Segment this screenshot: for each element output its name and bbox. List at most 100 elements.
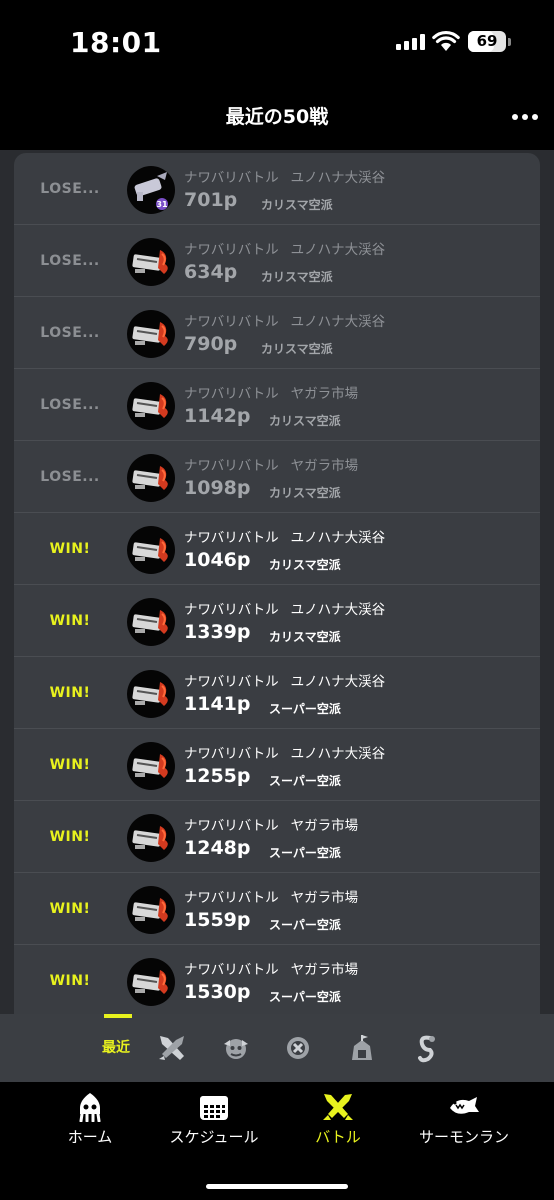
battle-rank: カリスマ空派 [261,270,333,284]
battle-stage: ユノハナ大渓谷 [290,170,386,186]
wifi-icon [432,30,460,52]
header-bar: 最近の50戦 [0,84,554,150]
battle-points: 701p [184,189,238,211]
battle-row[interactable]: WIN! ナワバリバトル ユノハナ大渓谷 1255p スーパー空派 [14,729,540,801]
battle-rank: スーパー空派 [269,702,341,716]
squid-icon [79,1093,101,1122]
battle-result: LOSE... [40,469,100,485]
battle-mode: ナワバリバトル [184,890,279,906]
battle-mode: ナワバリバトル [184,530,279,546]
page-title: 最近の50戦 [225,106,329,128]
battle-mode: ナワバリバトル [184,746,279,762]
battle-row[interactable]: LOSE... ナワバリバトル ヤガラ市場 1142p カリスマ空派 [14,369,540,441]
battle-row[interactable]: LOSE... 31 ナワバリバトル ユノハナ大渓谷 701p カリスマ空派 [14,153,540,225]
battle-points: 634p [184,261,238,283]
battery-percent: 69 [476,32,498,50]
battle-result: LOSE... [40,181,100,197]
battle-result: LOSE... [40,325,100,341]
battle-points: 1559p [184,909,251,931]
battle-stage: ユノハナ大渓谷 [290,746,386,762]
mode-stage-line: ナワバリバトル ユノハナ大渓谷 [184,310,385,330]
status-time: 18:01 [70,26,162,59]
battle-result: WIN! [49,973,91,989]
weapon-red-icon [127,670,175,718]
battle-row[interactable]: LOSE... ナワバリバトル ユノハナ大渓谷 634p カリスマ空派 [14,225,540,297]
battle-stage: ユノハナ大渓谷 [290,602,386,618]
battle-points: 1046p [184,549,251,571]
battle-row[interactable]: WIN! ナワバリバトル ヤガラ市場 1248p スーパー空派 [14,801,540,873]
tab-home[interactable]: ホーム [60,1092,120,1152]
battle-icon [323,1094,353,1120]
battle-points: 1339p [184,621,251,643]
weapon-badge: 31 [156,200,168,209]
mode-stage-line: ナワバリバトル ヤガラ市場 [184,454,358,474]
tab-home-label: ホーム [67,1128,113,1146]
mode-stage-line: ナワバリバトル ヤガラ市場 [184,886,358,906]
battle-rank: カリスマ空派 [269,486,341,500]
battle-stage: ヤガラ市場 [290,458,359,474]
mode-stage-line: ナワバリバトル ユノハナ大渓谷 [184,742,385,762]
more-horizontal-icon[interactable] [512,114,538,120]
battle-stage: ヤガラ市場 [290,818,359,834]
tab-schedule[interactable]: スケジュール [162,1092,266,1152]
weapon-red-icon [127,742,175,790]
tab-battle[interactable]: バトル [308,1092,368,1152]
battle-result: WIN! [49,901,91,917]
battle-result: WIN! [49,829,91,845]
battle-row[interactable]: WIN! ナワバリバトル ヤガラ市場 1559p スーパー空派 [14,873,540,945]
battle-row[interactable]: WIN! ナワバリバトル ヤガラ市場 1530p スーパー空派 [14,945,540,1014]
regular-battle-icon[interactable] [156,1032,188,1064]
mode-stage-line: ナワバリバトル ユノハナ大渓谷 [184,166,385,186]
weapon-red-icon [127,886,175,934]
mode-stage-line: ナワバリバトル ヤガラ市場 [184,382,358,402]
battle-result: LOSE... [40,253,100,269]
weapon-red-icon [127,238,175,286]
battle-stage: ユノハナ大渓谷 [290,530,386,546]
battle-mode: ナワバリバトル [184,386,279,402]
private-battle-icon[interactable] [410,1032,442,1064]
battle-row[interactable]: WIN! ナワバリバトル ユノハナ大渓谷 1339p カリスマ空派 [14,585,540,657]
battle-row[interactable]: WIN! ナワバリバトル ユノハナ大渓谷 1141p スーパー空派 [14,657,540,729]
league-battle-icon[interactable] [346,1032,378,1064]
battle-stage: ユノハナ大渓谷 [290,674,386,690]
cellular-signal-icon [396,34,426,50]
battle-mode: ナワバリバトル [184,602,279,618]
battle-mode: ナワバリバトル [184,242,279,258]
battle-points: 1530p [184,981,251,1003]
calendar-icon [200,1096,228,1120]
battle-rank: カリスマ空派 [269,414,341,428]
battle-history[interactable]: LOSE... 31 ナワバリバトル ユノハナ大渓谷 701p カリスマ空派 LO… [0,150,554,1014]
battle-row[interactable]: LOSE... ナワバリバトル ユノハナ大渓谷 790p カリスマ空派 [14,297,540,369]
battle-mode: ナワバリバトル [184,818,279,834]
battle-result: WIN! [49,613,91,629]
battle-row[interactable]: LOSE... ナワバリバトル ヤガラ市場 1098p カリスマ空派 [14,441,540,513]
mode-stage-line: ナワバリバトル ユノハナ大渓谷 [184,598,385,618]
weapon-red-icon [127,382,175,430]
weapon-red-icon [127,598,175,646]
battle-stage: ユノハナ大渓谷 [290,242,386,258]
battle-rank: カリスマ空派 [269,558,341,572]
weapon-red-icon [127,310,175,358]
battle-mode: ナワバリバトル [184,170,279,186]
battery-tip [508,38,511,46]
anarchy-battle-icon[interactable] [220,1032,252,1064]
weapon-gray-icon: 31 [127,166,175,214]
battle-rank: カリスマ空派 [261,342,333,356]
weapon-red-icon [127,958,175,1006]
tab-salmon-run-label: サーモンラン [418,1128,509,1146]
battle-row[interactable]: WIN! ナワバリバトル ユノハナ大渓谷 1046p カリスマ空派 [14,513,540,585]
battle-result: LOSE... [40,397,100,413]
battle-result: WIN! [49,541,91,557]
x-battle-icon[interactable] [282,1032,314,1064]
mode-stage-line: ナワバリバトル ヤガラ市場 [184,814,358,834]
battle-points: 1142p [184,405,251,427]
battle-rank: スーパー空派 [269,846,341,860]
status-bar: 18:01 69 [0,0,554,84]
filter-recent[interactable]: 最近 [102,1032,130,1064]
battle-filter-bar: 最近 [0,1014,554,1082]
battle-stage: ユノハナ大渓谷 [290,314,386,330]
battle-result: WIN! [49,757,91,773]
battle-mode: ナワバリバトル [184,314,279,330]
tab-schedule-label: スケジュール [169,1128,259,1146]
tab-salmon-run[interactable]: サーモンラン [414,1092,514,1152]
